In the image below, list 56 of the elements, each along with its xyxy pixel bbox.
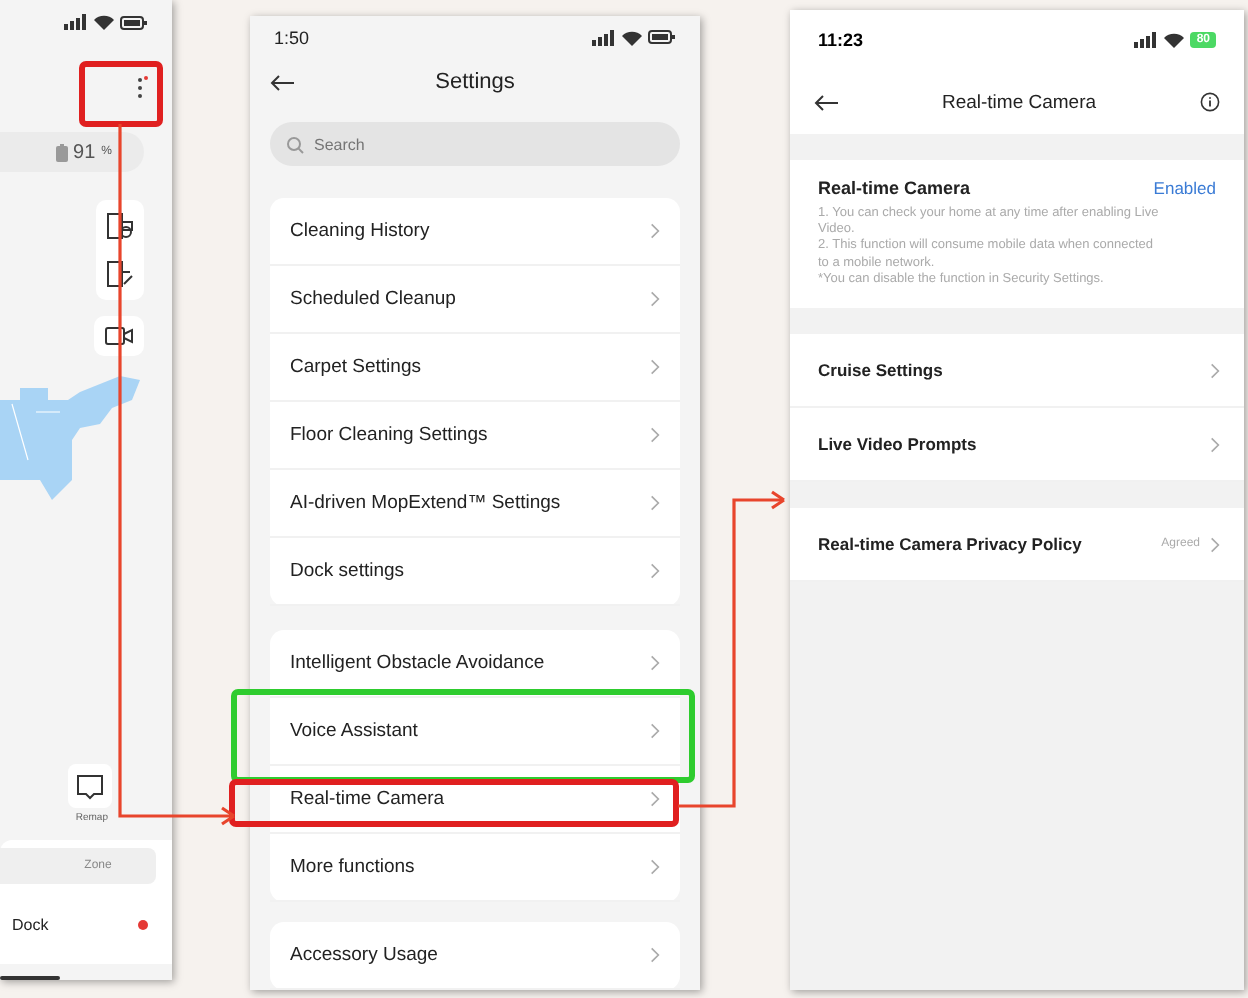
chevron-icon (1210, 361, 1220, 380)
chevron-icon (650, 290, 660, 308)
chevron-icon (650, 946, 660, 964)
battery-icon (648, 30, 676, 45)
chevron-icon (650, 654, 660, 672)
signal-icon (592, 29, 616, 46)
wifi-icon (622, 29, 642, 46)
camera-button[interactable] (94, 316, 144, 356)
chevron-icon (650, 494, 660, 512)
settings-item[interactable]: Cruise Settings (790, 334, 1244, 409)
chevron-icon (650, 426, 660, 444)
wifi-icon (1164, 32, 1185, 48)
settings-item[interactable]: Dock settings (270, 538, 680, 606)
search-icon (286, 135, 304, 153)
chevron-icon (650, 222, 660, 240)
back-arrow-icon[interactable] (814, 93, 838, 111)
chevron-icon (650, 858, 660, 876)
chevron-icon (1210, 535, 1220, 554)
feature-title: Real-time Camera (818, 178, 971, 198)
wifi-icon (94, 14, 114, 30)
back-arrow-icon[interactable] (270, 73, 294, 92)
more-icon[interactable] (136, 76, 148, 100)
chevron-icon (650, 790, 660, 808)
page-title: Settings (433, 70, 517, 95)
settings-item[interactable]: Real-time Camera (270, 766, 680, 834)
settings-item[interactable]: Scheduled Cleanup (270, 266, 680, 334)
settings-item[interactable]: Accessory Usage (270, 922, 680, 990)
battery-level: 91 (73, 141, 96, 163)
settings-item[interactable]: More functions (270, 834, 680, 902)
remap-button[interactable] (68, 764, 112, 808)
battery-icon (120, 15, 148, 29)
settings-item[interactable]: Floor Cleaning Settings (270, 402, 680, 470)
chevron-icon (650, 722, 660, 740)
info-icon[interactable] (1200, 92, 1220, 112)
feature-status: Enabled (1153, 178, 1216, 198)
map-view-icon[interactable] (106, 212, 134, 240)
settings-item[interactable]: Voice Assistant (270, 698, 680, 766)
signal-icon (64, 14, 88, 30)
home-indicator (0, 976, 60, 980)
chevron-icon (1210, 435, 1220, 454)
clock: 11:23 (818, 30, 864, 50)
battery-icon (55, 143, 68, 161)
settings-item[interactable]: AI-driven MopExtend™ Settings (270, 470, 680, 538)
settings-item[interactable]: Intelligent Obstacle Avoidance (270, 630, 680, 698)
settings-item[interactable]: Live Video Prompts (790, 408, 1244, 483)
page-title: Real-time Camera (939, 91, 1099, 113)
chevron-icon (650, 562, 660, 580)
camera-icon (104, 326, 134, 346)
clock: 1:50 (274, 27, 310, 48)
signal-icon (1134, 32, 1159, 48)
settings-item[interactable]: Cleaning History (270, 198, 680, 266)
chevron-icon (650, 358, 660, 376)
map-edit-icon[interactable] (106, 260, 134, 288)
search-field[interactable]: Search (270, 122, 680, 166)
dock-label: Dock (12, 916, 49, 934)
settings-item[interactable]: Carpet Settings (270, 334, 680, 402)
